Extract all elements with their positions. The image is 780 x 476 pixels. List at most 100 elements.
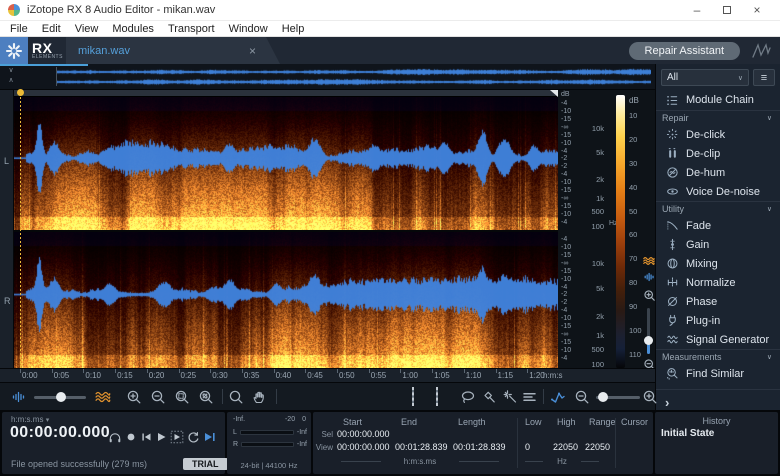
harmonic-selection-tool-icon[interactable] bbox=[522, 390, 537, 403]
rx-logo-main: RX bbox=[32, 39, 53, 56]
magic-wand-tool-icon[interactable] bbox=[503, 389, 518, 404]
spectrogram-view[interactable] bbox=[14, 89, 558, 368]
menu-view[interactable]: View bbox=[68, 23, 106, 35]
file-tab[interactable]: mikan.wav × bbox=[66, 37, 280, 64]
minimize-button[interactable]: – bbox=[682, 1, 712, 19]
menu-file[interactable]: File bbox=[3, 23, 35, 35]
overview-waveform[interactable] bbox=[57, 67, 651, 87]
module-item-de-click[interactable]: De-click bbox=[656, 125, 780, 144]
section-repair[interactable]: Repair ∨ bbox=[656, 110, 780, 125]
play-button[interactable] bbox=[155, 431, 167, 443]
time-ruler[interactable]: h:m:s 0:00 0:05 0:10 0:15 0:20 0:25 0:30 0:35 0:… bbox=[0, 368, 655, 382]
module-filter-dropdown[interactable]: All ∨ bbox=[661, 69, 749, 86]
loop-playback-button[interactable] bbox=[187, 431, 200, 444]
selection-info-panel: Start End Length Sel View 00:00:00.000 0… bbox=[313, 412, 653, 474]
module-item-label: Find Similar bbox=[686, 367, 745, 380]
history-item[interactable]: Initial State bbox=[661, 428, 714, 439]
module-item-de-clip[interactable]: De-clip bbox=[656, 144, 780, 163]
expand-panel-arrow[interactable]: › bbox=[656, 389, 780, 410]
time-ruler-unit: h:m:s bbox=[543, 371, 563, 380]
zoom-in-icon[interactable] bbox=[126, 389, 142, 405]
module-chain-item[interactable]: Module Chain bbox=[656, 90, 780, 110]
level-meters-panel: -Inf. -20 0 L -Inf R -Inf 24-bit | 44100 … bbox=[227, 412, 311, 474]
col-high: High bbox=[557, 417, 576, 427]
module-item-label: Fade bbox=[686, 219, 712, 232]
spectrogram-view-icon[interactable] bbox=[95, 390, 111, 403]
ruler-tick: 0:40 bbox=[273, 369, 292, 380]
selection-time-unit[interactable]: h:m:s.ms bbox=[381, 457, 459, 466]
playhead-line[interactable] bbox=[20, 97, 21, 368]
module-item-plug-in[interactable]: Plug-in bbox=[656, 311, 780, 330]
ruler-tick: 1:20 bbox=[527, 369, 545, 380]
trial-badge[interactable]: TRIAL bbox=[183, 458, 228, 470]
loop-region-marker[interactable] bbox=[550, 90, 558, 97]
menu-modules[interactable]: Modules bbox=[105, 23, 161, 35]
overview-collapse-control[interactable]: ∨ ∧ bbox=[5, 66, 17, 86]
spectrogram-opacity-icon[interactable] bbox=[642, 256, 656, 268]
tab-close-icon[interactable]: × bbox=[249, 44, 256, 58]
menu-help[interactable]: Help bbox=[275, 23, 312, 35]
spectrogram-channel-right[interactable] bbox=[14, 232, 558, 368]
section-measurements[interactable]: Measurements ∨ bbox=[656, 349, 780, 364]
module-item-normalize[interactable]: Normalize bbox=[656, 273, 780, 292]
grab-hand-tool-icon[interactable] bbox=[252, 389, 267, 404]
return-to-start-button[interactable] bbox=[140, 431, 152, 443]
menu-edit[interactable]: Edit bbox=[35, 23, 68, 35]
izotope-swirl-icon bbox=[5, 42, 23, 59]
channel-label-left[interactable]: L bbox=[4, 156, 9, 166]
overview-bar[interactable]: ∨ ∧ bbox=[0, 64, 655, 90]
view-blend-slider-thumb[interactable] bbox=[56, 392, 66, 402]
module-item-phase[interactable]: Phase bbox=[656, 292, 780, 311]
module-item-label: Mixing bbox=[686, 257, 718, 270]
toolbar-separator bbox=[543, 389, 544, 404]
ruler-tick: 0:15 bbox=[115, 369, 133, 380]
monitor-headphones-icon[interactable] bbox=[108, 431, 122, 444]
waveform-opacity-icon[interactable] bbox=[642, 272, 656, 284]
close-button[interactable]: × bbox=[742, 1, 772, 19]
waveform-view-icon[interactable] bbox=[12, 391, 26, 403]
zoom-out-icon[interactable] bbox=[150, 389, 166, 405]
menu-window[interactable]: Window bbox=[222, 23, 275, 35]
panel-menu-button[interactable]: ≡ bbox=[753, 69, 775, 86]
module-item-signal-generator[interactable]: Signal Generator bbox=[656, 330, 780, 349]
horizontal-zoom-out-icon[interactable] bbox=[574, 389, 590, 405]
module-item-label: De-clip bbox=[686, 147, 721, 160]
module-item-find-similar[interactable]: Find Similar bbox=[656, 364, 780, 383]
rx-logo-sub: ELEMENTS bbox=[32, 53, 63, 60]
channel-label-right[interactable]: R bbox=[4, 296, 11, 306]
lasso-selection-tool-icon[interactable] bbox=[460, 389, 476, 404]
vertical-zoom-slider-thumb[interactable] bbox=[644, 336, 653, 345]
section-utility[interactable]: Utility ∨ bbox=[656, 201, 780, 216]
module-item-de-hum[interactable]: De-hum bbox=[656, 163, 780, 182]
modules-panel: All ∨ ≡ Module Chain Repair ∨ De-click De-c… bbox=[655, 64, 780, 410]
marker-strip[interactable] bbox=[14, 90, 558, 97]
spectrogram-channel-left[interactable] bbox=[14, 97, 558, 230]
zoom-selection-icon[interactable] bbox=[174, 389, 190, 405]
menu-transport[interactable]: Transport bbox=[161, 23, 222, 35]
brush-selection-tool-icon[interactable] bbox=[482, 389, 497, 404]
horizontal-zoom-slider-thumb[interactable] bbox=[598, 392, 608, 402]
fade-icon bbox=[665, 219, 679, 232]
zoom-fit-icon[interactable] bbox=[198, 389, 214, 405]
module-item-mixing[interactable]: Mixing bbox=[656, 254, 780, 273]
time-format-selector[interactable]: h:m:s.ms ▾ bbox=[11, 415, 49, 424]
maximize-button[interactable] bbox=[712, 1, 742, 19]
magnifier-tool-icon[interactable] bbox=[228, 389, 244, 405]
meter-bar-left bbox=[239, 430, 294, 435]
vertical-zoom-in-icon[interactable] bbox=[642, 289, 656, 304]
playhead-handle[interactable] bbox=[17, 89, 24, 96]
instant-process-icon[interactable] bbox=[550, 390, 566, 404]
repair-assistant-button[interactable]: Repair Assistant bbox=[628, 41, 740, 60]
play-to-end-button[interactable] bbox=[203, 431, 216, 443]
editor-area: ∨ ∧ L R dB -4 -10 -15 -∞ -15 -10 -4 -2 -… bbox=[0, 64, 658, 410]
module-item-gain[interactable]: Gain bbox=[656, 235, 780, 254]
record-button[interactable] bbox=[125, 431, 137, 443]
play-selection-button[interactable] bbox=[170, 430, 184, 444]
selection-freq-unit[interactable]: Hz bbox=[543, 457, 581, 466]
chevron-down-icon: ∨ bbox=[737, 74, 743, 82]
colormap-scale: 10 20 30 40 50 60 70 80 90 100 110 bbox=[629, 111, 642, 359]
module-item-fade[interactable]: Fade bbox=[656, 216, 780, 235]
meter-label-right: R bbox=[233, 441, 239, 448]
module-item-voice-de-noise[interactable]: Voice De-noise bbox=[656, 182, 780, 201]
horizontal-zoom-in-icon[interactable] bbox=[642, 389, 658, 405]
